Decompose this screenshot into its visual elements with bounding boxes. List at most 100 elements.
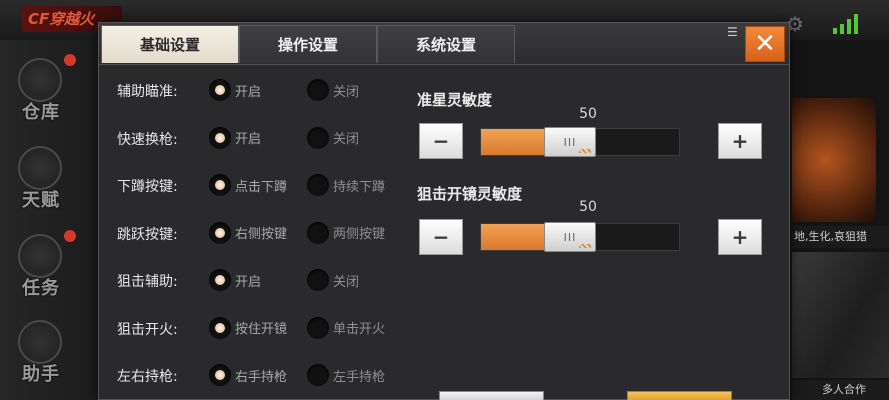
slider-fill xyxy=(481,129,554,155)
radio-option[interactable]: 两侧按键 xyxy=(307,220,385,246)
setting-label: 左右持枪: xyxy=(117,369,178,385)
nav-label: 天赋 xyxy=(22,190,60,211)
setting-row: 狙击辅助: 开启 关闭 xyxy=(117,265,407,295)
radio-label: 单击开火 xyxy=(333,322,386,337)
radio-label: 关闭 xyxy=(333,132,360,147)
setting-label: 快速换枪: xyxy=(117,131,178,148)
crosshair-sensitivity-title: 准星灵敏度 xyxy=(417,91,493,109)
tab-basic-settings[interactable]: 基础设置 xyxy=(101,25,239,63)
radio-button[interactable] xyxy=(209,269,231,291)
radio-option[interactable]: 开启 xyxy=(209,77,261,103)
radio-label: 左手持枪 xyxy=(333,369,386,385)
minus-icon: − xyxy=(432,129,450,153)
sniper-increase-button[interactable]: + xyxy=(718,219,762,255)
radio-button[interactable] xyxy=(209,174,231,196)
close-button[interactable]: ✕ xyxy=(745,26,785,62)
minus-icon: − xyxy=(432,225,450,249)
radio-button[interactable] xyxy=(307,174,329,196)
radio-button[interactable] xyxy=(209,316,231,339)
sniper-sensitivity-title: 狙击开镜灵敏度 xyxy=(417,185,523,203)
menu-icon: ☰ xyxy=(727,25,738,39)
slider-thumb[interactable]: III xyxy=(544,222,596,252)
radio-option[interactable]: 点击下蹲 xyxy=(209,172,287,198)
tasks-icon xyxy=(18,234,62,278)
radio-button[interactable] xyxy=(307,126,329,149)
tab-system-settings[interactable]: 系统设置 xyxy=(377,25,515,63)
radio-option[interactable]: 关闭 xyxy=(307,125,359,151)
radio-option[interactable]: 单击开火 xyxy=(307,315,385,341)
nav-item-assistant[interactable]: 助手 xyxy=(6,314,76,394)
confirm-button[interactable] xyxy=(627,391,732,400)
radio-label: 开启 xyxy=(235,274,262,290)
radio-option[interactable]: 右侧按键 xyxy=(209,220,287,246)
poster-caption: 多人合作 xyxy=(792,380,889,400)
warehouse-icon xyxy=(18,58,62,102)
crosshair-decrease-button[interactable]: − xyxy=(419,123,463,159)
radio-label: 点击下蹲 xyxy=(235,179,288,195)
radio-label: 关闭 xyxy=(333,274,360,290)
plus-icon: + xyxy=(731,225,749,249)
nav-item-warehouse[interactable]: 仓库 xyxy=(6,52,76,132)
setting-label: 辅助瞄准: xyxy=(117,84,178,100)
nav-item-tasks[interactable]: 任务 xyxy=(6,228,76,308)
radio-button[interactable] xyxy=(307,364,329,386)
radio-label: 开启 xyxy=(235,132,262,147)
setting-row: 辅助瞄准: 开启 关闭 xyxy=(117,75,407,105)
radio-button[interactable] xyxy=(209,126,231,149)
radio-option[interactable]: 开启 xyxy=(209,267,261,293)
radio-option[interactable]: 右手持枪 xyxy=(209,362,287,388)
radio-label: 右侧按键 xyxy=(235,227,288,242)
radio-label: 右手持枪 xyxy=(235,369,288,385)
radio-option[interactable]: 关闭 xyxy=(307,267,359,293)
slider-fill xyxy=(481,224,554,250)
tab-operation-settings[interactable]: 操作设置 xyxy=(239,25,377,63)
notification-dot xyxy=(64,230,76,242)
radio-button[interactable] xyxy=(209,364,231,386)
close-icon: ✕ xyxy=(754,29,776,59)
nav-label: 任务 xyxy=(22,278,60,299)
notification-dot xyxy=(64,54,76,66)
radio-button[interactable] xyxy=(209,221,231,244)
radio-button[interactable] xyxy=(307,79,329,101)
crosshair-sensitivity-value: 50 xyxy=(579,106,597,122)
slider-thumb[interactable]: III xyxy=(544,127,596,157)
radio-option[interactable]: 左手持枪 xyxy=(307,362,385,388)
nav-label: 仓库 xyxy=(22,102,60,123)
setting-row: 左右持枪: 右手持枪 左手持枪 xyxy=(117,360,407,390)
radio-option[interactable]: 持续下蹲 xyxy=(307,172,385,198)
radio-label: 关闭 xyxy=(333,84,360,100)
settings-dialog: 基础设置 操作设置 系统设置 ☰ ✕ 辅助瞄准: 开启 关闭 快速换枪: 开启 关闭 下蹲按… xyxy=(98,22,790,400)
radio-option[interactable]: 开启 xyxy=(209,125,261,151)
setting-row: 快速换枪: 开启 关闭 xyxy=(117,123,407,153)
crosshair-increase-button[interactable]: + xyxy=(718,123,762,159)
radio-button[interactable] xyxy=(209,79,231,101)
assistant-icon xyxy=(18,320,62,364)
radio-button[interactable] xyxy=(307,316,329,339)
radio-button[interactable] xyxy=(307,269,329,291)
setting-label: 狙击辅助: xyxy=(117,274,178,290)
setting-row: 跳跃按键: 右侧按键 两侧按键 xyxy=(117,218,407,248)
mode-poster[interactable] xyxy=(792,98,876,222)
setting-label: 狙击开火: xyxy=(117,321,178,338)
sniper-decrease-button[interactable]: − xyxy=(419,219,463,255)
setting-label: 跳跃按键: xyxy=(117,226,178,243)
setting-label: 下蹲按键: xyxy=(117,179,178,195)
crosshair-sensitivity-slider[interactable]: III xyxy=(480,127,680,157)
mode-poster[interactable] xyxy=(792,252,889,378)
reset-button[interactable] xyxy=(439,391,544,400)
radio-label: 开启 xyxy=(235,84,262,100)
radio-label: 两侧按键 xyxy=(333,227,386,242)
plus-icon: + xyxy=(731,129,749,153)
radio-option[interactable]: 按住开镜 xyxy=(209,315,287,341)
radio-label: 按住开镜 xyxy=(235,322,288,337)
poster-caption: 地,生化,哀狙猎 xyxy=(792,226,889,248)
setting-row: 狙击开火: 按住开镜 单击开火 xyxy=(117,313,407,343)
tab-bar: 基础设置 操作设置 系统设置 ☰ ✕ xyxy=(99,23,789,65)
radio-label: 持续下蹲 xyxy=(333,179,386,195)
radio-option[interactable]: 关闭 xyxy=(307,77,359,103)
setting-row: 下蹲按键: 点击下蹲 持续下蹲 xyxy=(117,170,407,200)
sniper-sensitivity-value: 50 xyxy=(579,199,597,215)
nav-item-talent[interactable]: 天赋 xyxy=(6,140,76,220)
sniper-sensitivity-slider[interactable]: III xyxy=(480,222,680,252)
radio-button[interactable] xyxy=(307,221,329,244)
